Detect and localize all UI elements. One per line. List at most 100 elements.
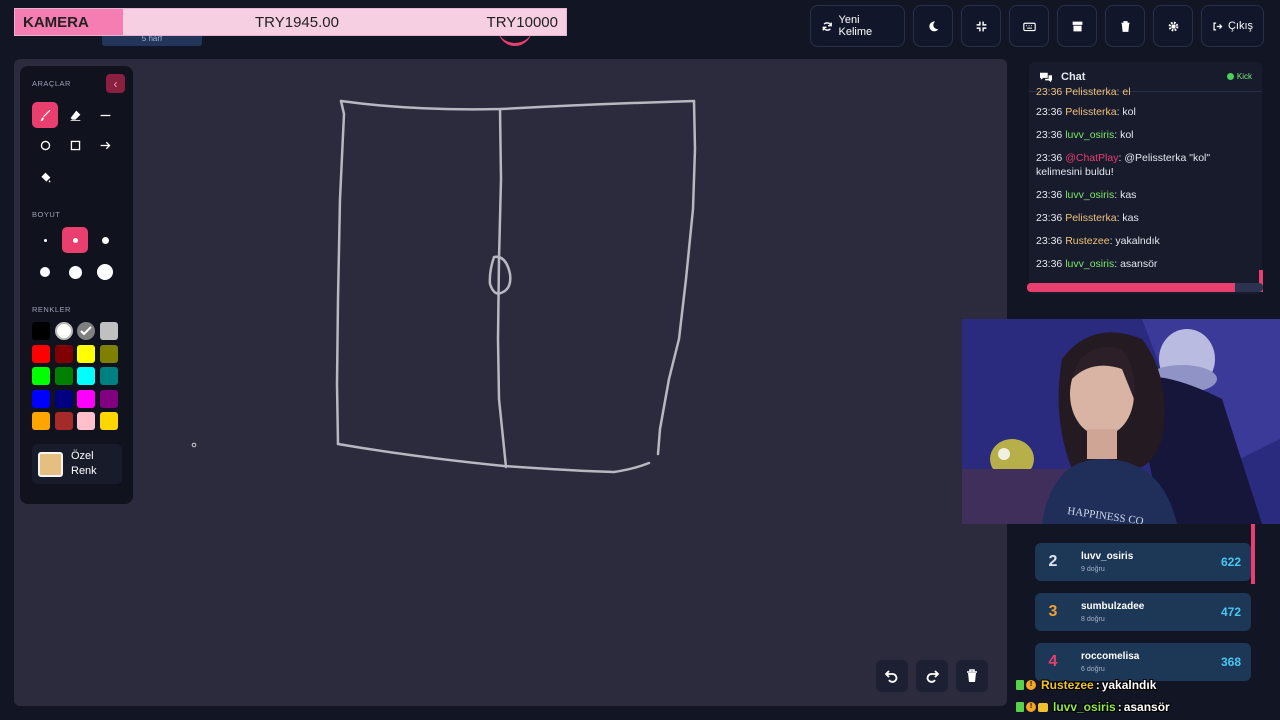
chat-message: 23:36 luvv_osiris: asansör — [1036, 258, 1158, 270]
new-word-button[interactable]: Yeni Kelime — [810, 5, 905, 47]
message-time: 23:36 — [1036, 235, 1063, 247]
trash-icon — [967, 669, 977, 682]
brush-tool[interactable] — [32, 102, 58, 128]
paint-bucket-icon — [40, 172, 50, 182]
keyboard-button[interactable] — [1009, 5, 1049, 47]
undo-button[interactable] — [876, 660, 908, 692]
round-timer-bar — [1027, 283, 1263, 292]
player-name: luvv_osiris — [1081, 551, 1134, 562]
chat-message: 23:36 Pelissterka: kol — [1036, 106, 1136, 118]
theme-toggle-button[interactable] — [913, 5, 953, 47]
refresh-icon — [822, 21, 832, 31]
size-5[interactable] — [62, 259, 88, 285]
redo-button[interactable] — [916, 660, 948, 692]
color-swatch[interactable] — [99, 389, 118, 408]
message-user[interactable]: luvv_osiris — [1065, 129, 1114, 141]
size-4[interactable] — [32, 259, 58, 285]
color-swatch[interactable] — [77, 322, 95, 340]
delete-button[interactable] — [1105, 5, 1145, 47]
chat-message: 23:36 luvv_osiris: kol — [1036, 129, 1134, 141]
new-word-label: Yeni Kelime — [838, 14, 873, 38]
message-text: kol — [1122, 106, 1136, 118]
custom-label-2: Renk — [71, 465, 97, 477]
size-6[interactable] — [92, 259, 118, 285]
line-tool[interactable] — [92, 102, 118, 128]
correct-count: 8 doğru — [1081, 616, 1105, 623]
top-toolbar: Yeni Kelime Çıkış — [810, 5, 1264, 47]
color-swatch[interactable] — [32, 389, 50, 408]
color-swatch[interactable] — [77, 367, 95, 385]
badge-icon: ! — [1026, 702, 1036, 712]
message-text: kol — [1120, 129, 1134, 141]
message-user[interactable]: Rustezee — [1065, 235, 1109, 247]
message-time: 23:36 — [1036, 189, 1063, 201]
archive-button[interactable] — [1057, 5, 1097, 47]
badge-icon: ! — [1026, 680, 1036, 690]
overlay-chat-message: ! Rustezee : yakalndık — [1016, 678, 1156, 692]
color-swatch[interactable] — [54, 322, 73, 340]
keyboard-icon — [1022, 22, 1036, 31]
redo-icon — [926, 670, 940, 683]
leaderboard-row: 2 luvv_osiris 9 doğru 622 — [1035, 543, 1251, 581]
round-timer-fill — [1027, 283, 1235, 292]
color-swatch[interactable] — [99, 367, 118, 385]
badge-icon — [1016, 702, 1024, 712]
chat-messages[interactable]: 23:36 Pelissterka: el 23:36 Pelissterka:… — [1036, 86, 1254, 271]
message-text: yakalndık — [1115, 235, 1160, 247]
size-2[interactable] — [62, 227, 88, 253]
compress-icon — [976, 21, 986, 31]
color-swatch[interactable] — [54, 344, 73, 363]
custom-color-swatch — [38, 451, 63, 477]
color-swatch[interactable] — [32, 367, 50, 385]
color-swatch[interactable] — [32, 412, 50, 430]
logout-button[interactable]: Çıkış — [1201, 5, 1264, 47]
size-1[interactable] — [32, 227, 58, 253]
archive-icon — [1072, 21, 1082, 31]
color-swatch[interactable] — [54, 389, 73, 408]
collapse-panel-button[interactable]: ‹ — [106, 74, 125, 93]
fill-tool[interactable] — [32, 164, 58, 190]
color-swatch[interactable] — [32, 322, 50, 340]
color-swatch[interactable] — [77, 344, 95, 363]
color-swatch[interactable] — [99, 344, 118, 363]
fullscreen-button[interactable] — [961, 5, 1001, 47]
chevron-left-icon: ‹ — [113, 76, 118, 91]
check-icon — [80, 326, 92, 336]
rectangle-tool[interactable] — [62, 132, 88, 158]
circle-tool[interactable] — [32, 132, 58, 158]
color-swatch[interactable] — [99, 412, 118, 430]
color-swatch[interactable] — [32, 344, 50, 363]
leaderboard-scrollbar[interactable] — [1251, 524, 1255, 584]
message-user[interactable]: luvv_osiris — [1065, 189, 1114, 201]
correct-count: 6 doğru — [1081, 666, 1105, 673]
eraser-tool[interactable] — [62, 102, 88, 128]
comments-icon — [1040, 72, 1052, 82]
color-swatch[interactable] — [54, 367, 73, 385]
settings-button[interactable] — [1153, 5, 1193, 47]
arrow-right-icon — [100, 141, 110, 149]
message-user[interactable]: @ChatPlay — [1065, 152, 1118, 164]
message-user[interactable]: Pelissterka — [1065, 106, 1116, 118]
custom-color-button[interactable]: Özel Renk — [32, 444, 122, 484]
message-user[interactable]: Pelissterka — [1065, 212, 1116, 224]
message-time: 23:36 — [1036, 129, 1063, 141]
color-swatch[interactable] — [77, 389, 95, 408]
color-swatch[interactable] — [77, 412, 95, 430]
clear-canvas-button[interactable] — [956, 660, 988, 692]
arrow-tool[interactable] — [92, 132, 118, 158]
drawing-strokes — [191, 99, 697, 474]
message-text: @Pelissterka "kol" kelimesini buldu! — [1036, 152, 1211, 178]
color-swatch[interactable] — [99, 322, 118, 340]
overlay-user: luvv_osiris — [1053, 700, 1116, 714]
line-icon — [100, 114, 110, 116]
message-user[interactable]: luvv_osiris — [1065, 258, 1114, 270]
rank: 2 — [1048, 553, 1058, 570]
drawing-canvas[interactable] — [14, 59, 1007, 706]
player-score: 472 — [1220, 605, 1241, 619]
overlay-chat-message: ! luvv_osiris : asansör — [1016, 700, 1170, 714]
color-swatch[interactable] — [54, 412, 73, 430]
brush-icon — [40, 109, 50, 121]
size-3[interactable] — [92, 227, 118, 253]
chat-message: 23:36 Rustezee: yakalndık — [1036, 235, 1160, 247]
logout-icon — [1213, 21, 1223, 31]
